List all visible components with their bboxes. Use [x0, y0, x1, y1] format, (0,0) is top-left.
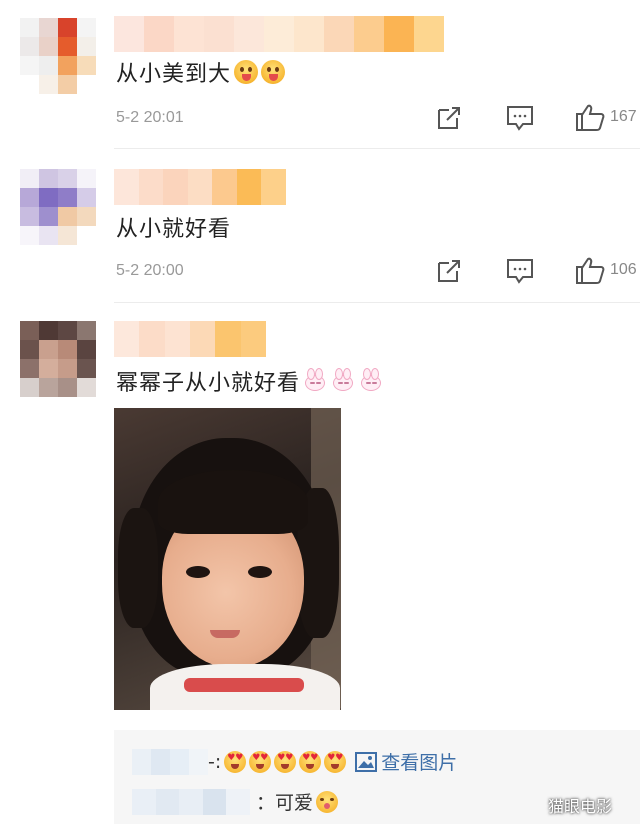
image-icon [355, 751, 378, 772]
comment-item-2: 从小就好看 5-2 20:00 106 [0, 149, 640, 301]
photo-fringe [158, 470, 308, 534]
comment-item-1: 从小美到大 5-2 20:01 167 [0, 0, 640, 148]
reply-text: ：可爱 [256, 792, 314, 814]
photo-eye-right [248, 566, 272, 578]
comment-text: 幂幂子从小就好看 [116, 365, 384, 397]
timestamp: 5-2 20:00 [116, 262, 184, 279]
heart-eyes-emoji [249, 750, 272, 773]
photo-pigtail-left [118, 508, 158, 628]
share-icon [438, 107, 460, 129]
reply-item-1[interactable]: -: 查看图片 [132, 748, 457, 775]
share-button[interactable] [435, 257, 463, 285]
avatar[interactable] [20, 169, 96, 245]
reply-separator: -: [208, 750, 222, 773]
reply-username[interactable] [132, 748, 208, 775]
heart-eyes-emoji [274, 750, 297, 773]
reply-username[interactable] [132, 788, 250, 815]
heart-eyes-emoji [299, 750, 322, 773]
photo-mouth [210, 630, 240, 638]
like-button[interactable]: 167 [574, 102, 637, 132]
comment-text: 从小美到大 [116, 56, 286, 88]
avatar[interactable] [20, 321, 96, 397]
comment-button[interactable] [505, 257, 535, 285]
comment-text: 从小就好看 [116, 211, 231, 243]
comment-text-content: 幂幂子从小就好看 [116, 371, 301, 396]
share-icon [438, 260, 460, 282]
tongue-face-emoji [261, 60, 286, 84]
photo-collar-band [184, 678, 304, 692]
comment-icon [507, 259, 533, 284]
kiss-face-emoji [316, 790, 339, 813]
photo-eye-left [186, 566, 210, 578]
comment-text-content: 从小美到大 [116, 62, 232, 87]
comment-photo[interactable] [114, 408, 341, 710]
comment-icon [507, 106, 533, 131]
username[interactable] [114, 169, 287, 205]
avatar[interactable] [20, 18, 96, 94]
like-count: 106 [610, 261, 637, 278]
view-picture-label: 查看图片 [381, 752, 458, 774]
like-count: 167 [610, 108, 637, 125]
heart-eyes-emoji [224, 750, 247, 773]
heart-eyes-emoji [324, 750, 347, 773]
bunny-emoji [330, 368, 356, 393]
comment-button[interactable] [505, 104, 535, 132]
bunny-emoji [358, 368, 384, 393]
tongue-face-emoji [234, 60, 259, 84]
username[interactable] [114, 321, 266, 357]
watermark: 猫眼电影 [548, 797, 613, 816]
username[interactable] [114, 16, 474, 52]
reply-item-2[interactable]: ：可爱 [132, 788, 339, 815]
like-button[interactable]: 106 [574, 255, 637, 285]
view-picture-link[interactable]: 查看图片 [354, 748, 457, 775]
thumbs-up-icon [576, 257, 605, 284]
timestamp: 5-2 20:01 [116, 109, 184, 126]
thumbs-up-icon [576, 104, 605, 131]
bunny-emoji [302, 368, 328, 393]
comment-text-content: 从小就好看 [116, 217, 232, 242]
share-button[interactable] [435, 104, 463, 132]
